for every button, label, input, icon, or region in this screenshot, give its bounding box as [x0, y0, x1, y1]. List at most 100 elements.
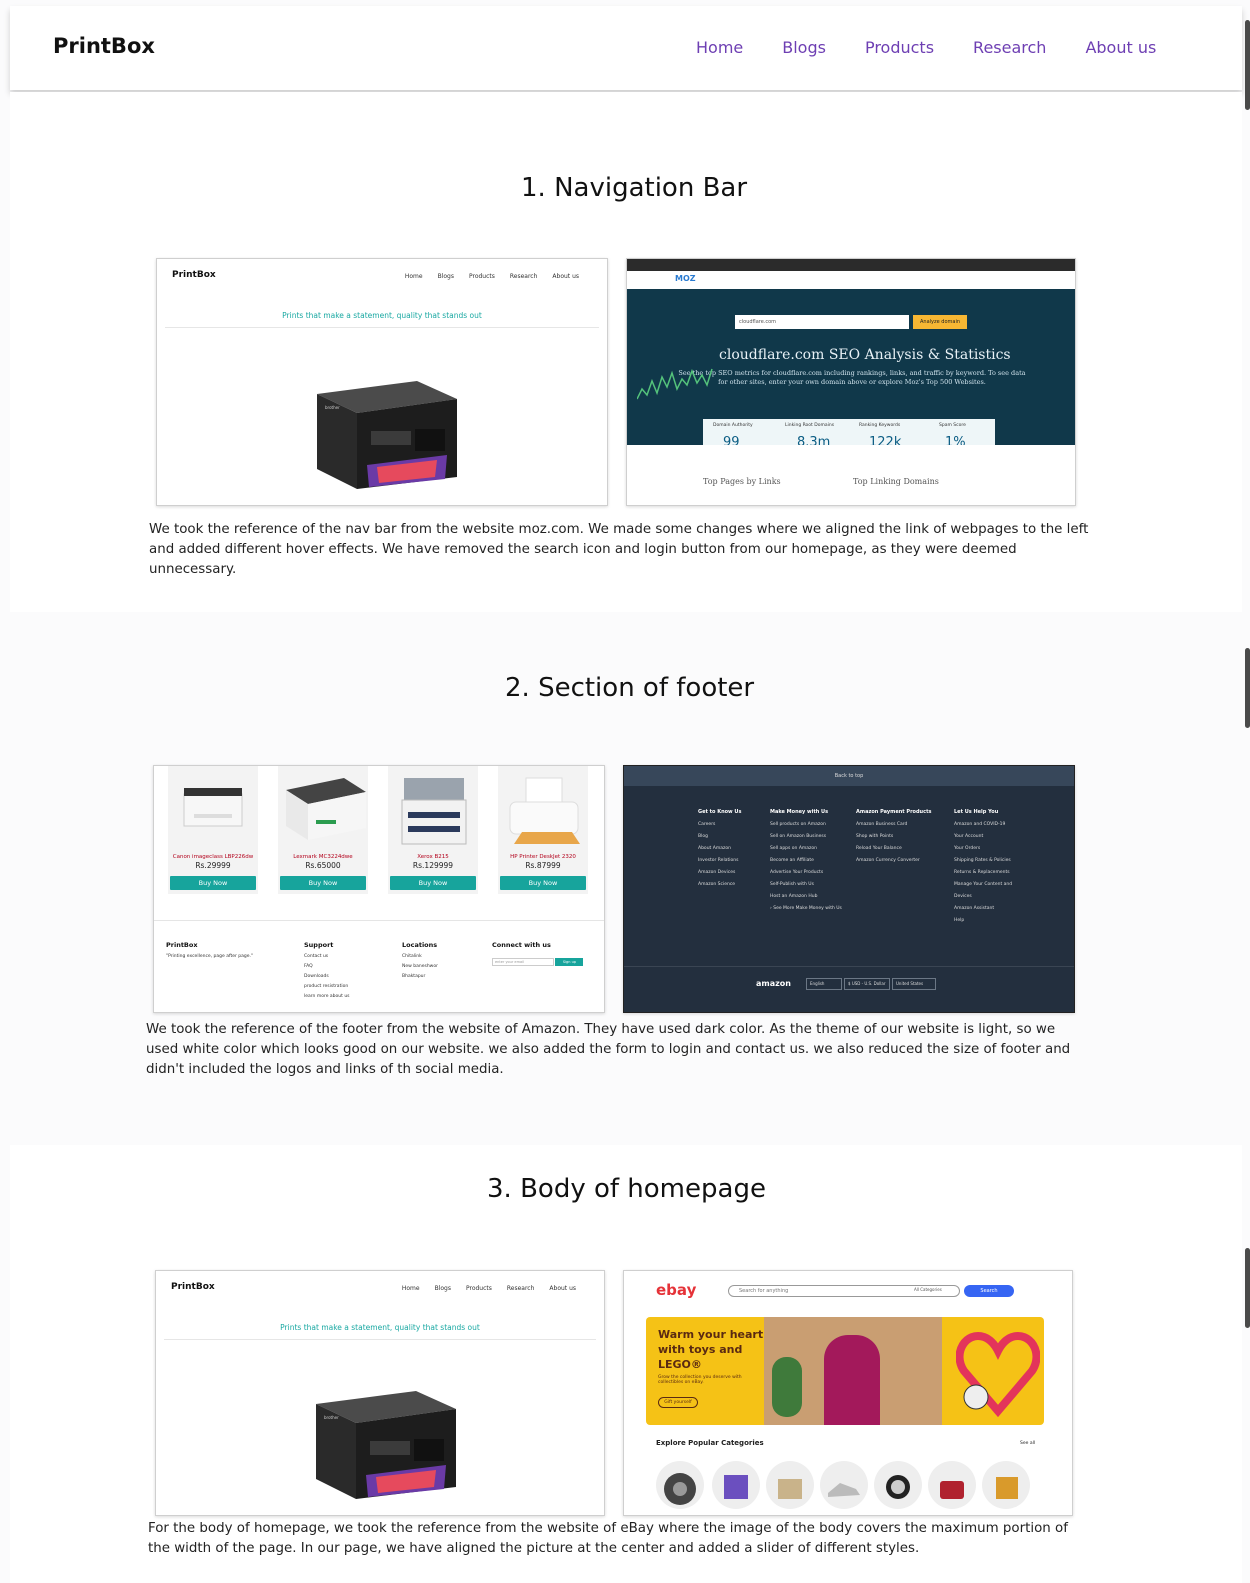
brand-logo[interactable]: PrintBox: [53, 34, 155, 58]
scrollbar-thumb[interactable]: [1245, 20, 1250, 110]
svg-text:brother: brother: [325, 405, 340, 410]
scrollbar-thumb-3[interactable]: [1245, 1248, 1250, 1328]
top-nav-bar: PrintBox Home Blogs Products Research Ab…: [10, 6, 1242, 90]
printer-image: [509, 777, 580, 844]
printbox-body-screenshot: PrintBox Home Blogs Products Research About …: [155, 1270, 605, 1516]
amazon-link: Help: [954, 918, 965, 923]
footer-brand: PrintBox: [166, 941, 198, 949]
ebay-category-select: All Categories: [914, 1287, 942, 1292]
mini-brand: PrintBox: [171, 1282, 215, 1292]
mini-link: Products: [468, 273, 495, 280]
moz-header: MOZ: [627, 271, 1075, 289]
footer-link: product resistration: [304, 984, 349, 989]
amazon-col: Get to Know Us Careers Blog About Amazon…: [698, 806, 741, 891]
amazon-link: Amazon and COVID-19: [954, 822, 1006, 827]
amazon-link: Returns & Replacements: [954, 870, 1010, 875]
ebay-hero-banner: Warm your heart with toys and LEGO® Grow…: [646, 1317, 1044, 1425]
mini-brand: PrintBox: [172, 270, 216, 280]
printer-image: [183, 788, 243, 827]
amazon-col-title: Make Money with Us: [770, 809, 829, 815]
amazon-link: › See More Make Money with Us: [770, 906, 842, 911]
mini-link: About us: [552, 273, 579, 280]
mini-link: Research: [509, 273, 538, 280]
amazon-link: Amazon Assistant: [954, 906, 995, 911]
section-description: We took the reference of the nav bar fro…: [149, 522, 1089, 577]
printer-image: brother: [317, 381, 457, 489]
product-name: HP Printer DeskJet 2320: [510, 854, 576, 860]
nav-link-products[interactable]: Products: [865, 38, 934, 57]
amazon-link: Your Account: [954, 834, 984, 839]
product-price: Rs.87999: [525, 861, 561, 870]
back-to-top: Back to top: [624, 766, 1074, 786]
amazon-link: Amazon Devices: [698, 870, 736, 875]
category-circle: [874, 1461, 922, 1509]
amazon-link: About Amazon: [698, 846, 731, 851]
ebay-explore-title: Explore Popular Categories: [656, 1439, 764, 1447]
moz-lower-right: Top Linking Domains: [853, 477, 939, 486]
mini-link: Home: [404, 273, 423, 280]
mini-tagline: Prints that make a statement, quality th…: [280, 1323, 480, 1332]
footer-link: Downloads: [304, 974, 329, 979]
moz-reference-screenshot: MOZ cloudflare.com Analyze domain cloudf…: [626, 258, 1076, 506]
footer-col-title: Locations: [402, 941, 438, 949]
amazon-col-title: Let Us Help You: [954, 809, 999, 815]
amazon-link: Shop with Points: [856, 834, 894, 839]
mini-link: Blogs: [437, 273, 454, 280]
amazon-link: Self-Publish with Us: [770, 882, 814, 887]
product-name: Lexmark MC3224dwe: [293, 854, 353, 860]
mini-link: Research: [506, 1285, 535, 1292]
footer-locations-col: Locations Chitalink New baneshwor Bhakta…: [402, 940, 438, 982]
person-shape: [824, 1335, 880, 1425]
footer-link: Bhaktapur: [402, 974, 426, 979]
stat-label: Ranking Keywords: [859, 423, 901, 428]
amazon-link: Sell apps on Amazon: [770, 846, 818, 851]
handbag-icon: [940, 1481, 964, 1499]
moz-analyze-button: Analyze domain: [913, 315, 967, 329]
language-select: English: [806, 978, 842, 990]
category-circle: [712, 1461, 760, 1509]
product-name: Xerox B215: [417, 854, 449, 860]
section-title: 2. Section of footer: [505, 673, 755, 703]
moz-heading: cloudflare.com SEO Analysis & Statistics: [719, 347, 1011, 363]
section-description: We took the reference of the footer from…: [146, 1022, 1071, 1077]
amazon-link: Amazon Business Card: [856, 822, 908, 827]
amazon-footer-screenshot: Back to top Get to Know Us Careers Blog …: [623, 765, 1075, 1013]
footer-link: Chitalink: [402, 954, 422, 959]
nav-link-about[interactable]: About us: [1085, 38, 1156, 57]
buy-now-button: Buy Now: [170, 876, 256, 890]
footer-col-title: Connect with us: [492, 941, 551, 949]
footer-tagline: "Printing excellence, page after page.": [166, 954, 254, 959]
stat-label: Linking Root Domains: [785, 423, 835, 428]
buy-now-button: Buy Now: [390, 876, 476, 890]
nav-links: Home Blogs Products Research About us: [696, 38, 1195, 57]
amazon-link: Host an Amazon Hub: [770, 894, 818, 899]
amazon-link: Advertise Your Products: [770, 870, 824, 875]
moz-lower-left: Top Pages by Links: [703, 477, 781, 486]
moz-sparkline: [637, 368, 713, 400]
scrollbar-thumb-2[interactable]: [1245, 648, 1250, 728]
cards-icon: [724, 1475, 748, 1499]
moz-subtext: See the top SEO metrics for cloudflare.c…: [678, 369, 1026, 386]
product-card: Canon imageclass LBP226dw Rs.29999 Buy N…: [168, 766, 258, 894]
moz-lower: Top Pages by Links Top Linking Domains: [627, 445, 1075, 505]
buy-now-button: Buy Now: [280, 876, 366, 890]
mini-nav-links: Home Blogs Products Research About us: [387, 1285, 576, 1292]
printbox-footer-screenshot: Canon imageclass LBP226dw Rs.29999 Buy N…: [153, 765, 605, 1013]
footer-link: Contact us: [304, 954, 329, 959]
section-description: For the body of homepage, we took the re…: [148, 1521, 1068, 1556]
amazon-link: Sell on Amazon Business: [770, 834, 827, 839]
ebay-hero-button: Gift yourself: [658, 1397, 698, 1408]
amazon-link: Become an Affiliate: [770, 858, 814, 863]
nav-link-home[interactable]: Home: [696, 38, 743, 57]
mini-link: About us: [549, 1285, 576, 1292]
category-circle: [982, 1461, 1030, 1509]
ebay-hero-title: Warm your heart with toys and LEGO®: [658, 1328, 764, 1371]
product-price: Rs.29999: [195, 861, 231, 870]
stat-label: Domain Authority: [713, 423, 753, 428]
nav-link-blogs[interactable]: Blogs: [782, 38, 826, 57]
moz-domain-input: cloudflare.com: [735, 315, 909, 329]
printer-image: [401, 778, 467, 845]
divider: [154, 920, 604, 921]
nav-link-research[interactable]: Research: [973, 38, 1046, 57]
category-circle: [928, 1461, 976, 1509]
